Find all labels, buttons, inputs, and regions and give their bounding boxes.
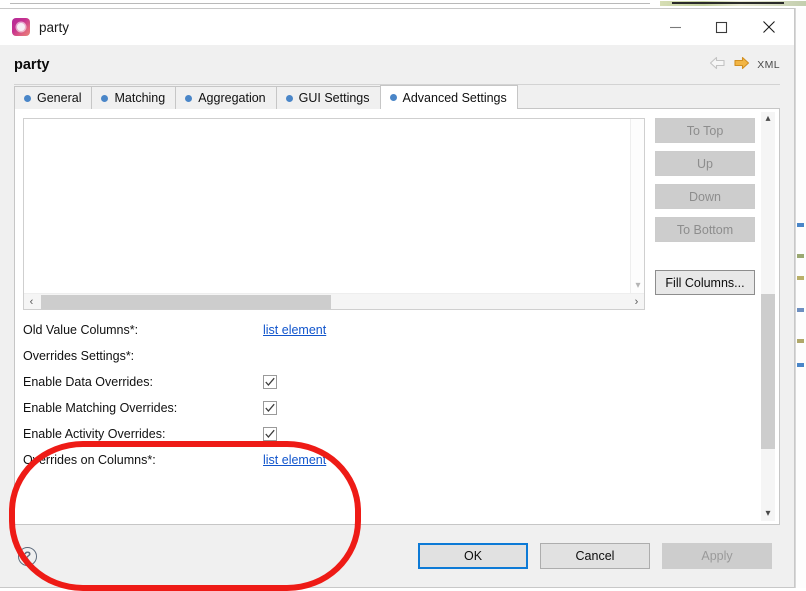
row-value: [263, 375, 383, 389]
row-overrides-on-columns: Overrides on Columns*: list element: [23, 447, 647, 473]
header-tools: XML: [709, 56, 780, 75]
tab-label: Matching: [114, 91, 165, 105]
tab-matching[interactable]: Matching: [91, 86, 176, 109]
app-icon: [12, 18, 30, 36]
row-value: list element: [263, 453, 383, 467]
tab-bar: General Matching Aggregation GUI Setting…: [0, 85, 794, 109]
close-icon[interactable]: [744, 9, 794, 45]
enable-data-overrides-checkbox[interactable]: [263, 375, 277, 389]
columns-list-horizontal-scrollbar[interactable]: ‹ ›: [24, 293, 644, 309]
maximize-icon[interactable]: [698, 9, 744, 45]
chevron-down-icon[interactable]: ▾: [631, 281, 645, 291]
background-mark: [797, 363, 804, 367]
background-mark: [797, 223, 804, 227]
row-enable-matching-overrides: Enable Matching Overrides:: [23, 395, 647, 421]
dialog-footer: ? OK Cancel Apply: [0, 525, 794, 587]
down-button[interactable]: Down: [655, 184, 755, 209]
tab-label: GUI Settings: [299, 91, 370, 105]
window-title: party: [39, 20, 69, 35]
row-label: Overrides on Columns*:: [23, 453, 263, 467]
row-value: list element: [263, 323, 383, 337]
to-bottom-button[interactable]: To Bottom: [655, 217, 755, 242]
dialog-header: party XML: [0, 45, 794, 85]
row-overrides-settings: Overrides Settings*:: [23, 343, 647, 369]
up-button[interactable]: Up: [655, 151, 755, 176]
background-mark: [797, 308, 804, 312]
tab-gui-settings[interactable]: GUI Settings: [276, 86, 381, 109]
app-icon-inner: [17, 23, 25, 31]
row-label: Enable Data Overrides:: [23, 375, 263, 389]
row-value: [263, 401, 383, 415]
columns-list-body: ▾: [24, 119, 644, 293]
chevron-left-icon[interactable]: ‹: [24, 294, 39, 310]
enable-activity-overrides-checkbox[interactable]: [263, 427, 277, 441]
apply-button[interactable]: Apply: [662, 543, 772, 569]
row-enable-data-overrides: Enable Data Overrides:: [23, 369, 647, 395]
tab-general[interactable]: General: [14, 86, 92, 109]
columns-list-canvas[interactable]: [24, 119, 630, 293]
tab-label: Aggregation: [198, 91, 265, 105]
background-strip-right: [795, 8, 806, 588]
background-rule: [10, 3, 650, 4]
row-value: [263, 427, 383, 441]
row-label: Enable Activity Overrides:: [23, 427, 263, 441]
help-icon[interactable]: ?: [18, 547, 37, 566]
hscroll-track[interactable]: [39, 294, 629, 310]
row-label: Overrides Settings*:: [23, 349, 263, 363]
pane-scroll-thumb[interactable]: [761, 294, 775, 449]
hscroll-thumb[interactable]: [41, 295, 331, 309]
columns-list-vertical-scrollbar[interactable]: ▾: [630, 119, 644, 293]
to-top-button[interactable]: To Top: [655, 118, 755, 143]
columns-list-box[interactable]: ▾ ‹ ›: [23, 118, 645, 310]
xml-label[interactable]: XML: [757, 59, 780, 71]
settings-pane-scrollbar[interactable]: ▴ ▾: [757, 109, 779, 524]
title-bar: party: [0, 9, 794, 45]
tab-label: General: [37, 91, 81, 105]
arrow-left-icon[interactable]: [709, 56, 726, 75]
window-controls: [652, 9, 794, 45]
background-mark: [797, 276, 804, 280]
background-mark: [797, 254, 804, 258]
party-dialog-window: party party: [0, 8, 795, 588]
tab-dot-icon: [390, 94, 397, 101]
background-dark-band: [672, 2, 784, 4]
background-mark: [797, 339, 804, 343]
cancel-button[interactable]: Cancel: [540, 543, 650, 569]
tab-advanced-settings[interactable]: Advanced Settings: [380, 85, 518, 109]
tab-dot-icon: [24, 95, 31, 102]
tab-aggregation[interactable]: Aggregation: [175, 86, 276, 109]
background-strip-top: [0, 0, 806, 8]
ok-button[interactable]: OK: [418, 543, 528, 569]
arrow-right-icon[interactable]: [733, 56, 750, 75]
tab-label: Advanced Settings: [403, 91, 507, 105]
footer-buttons: OK Cancel Apply: [418, 543, 772, 569]
settings-pane: ▾ ‹ › To Top Up Down To Bottom Fill Colu…: [15, 109, 757, 524]
page-title: party: [14, 57, 49, 73]
overrides-on-columns-link[interactable]: list element: [263, 453, 326, 467]
tab-dot-icon: [185, 95, 192, 102]
settings-form: Old Value Columns*: list element Overrid…: [23, 317, 647, 473]
tab-dot-icon: [101, 95, 108, 102]
chevron-up-icon[interactable]: ▴: [761, 113, 775, 125]
enable-matching-overrides-checkbox[interactable]: [263, 401, 277, 415]
chevron-down-icon[interactable]: ▾: [761, 508, 775, 520]
chevron-right-icon[interactable]: ›: [629, 294, 644, 310]
tab-dot-icon: [286, 95, 293, 102]
row-enable-activity-overrides: Enable Activity Overrides:: [23, 421, 647, 447]
row-label: Old Value Columns*:: [23, 323, 263, 337]
row-label: Enable Matching Overrides:: [23, 401, 263, 415]
list-action-buttons: To Top Up Down To Bottom Fill Columns...: [655, 118, 755, 295]
old-value-columns-link[interactable]: list element: [263, 323, 326, 337]
fill-columns-button[interactable]: Fill Columns...: [655, 270, 755, 295]
minimize-icon[interactable]: [652, 9, 698, 45]
tab-content-advanced-settings: ▾ ‹ › To Top Up Down To Bottom Fill Colu…: [14, 109, 780, 525]
row-old-value-columns: Old Value Columns*: list element: [23, 317, 647, 343]
